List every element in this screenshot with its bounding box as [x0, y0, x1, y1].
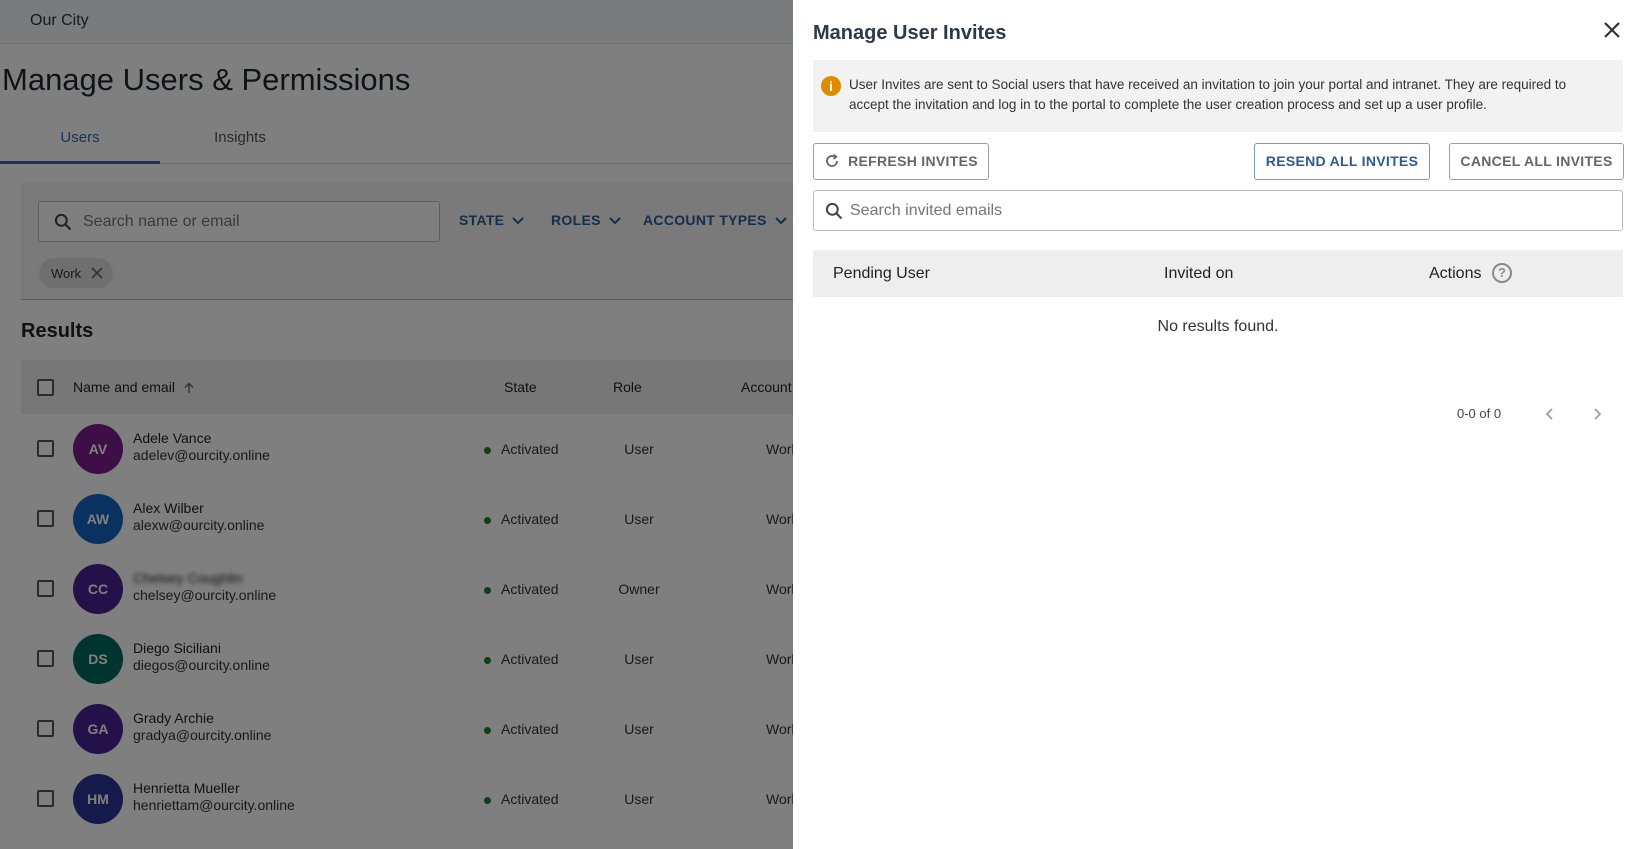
column-actions: Actions	[1429, 265, 1482, 282]
drawer-title: Manage User Invites	[813, 22, 1007, 44]
chevron-left-icon[interactable]	[1540, 404, 1560, 424]
column-invited-on: Invited on	[1164, 265, 1234, 282]
empty-state-message: No results found.	[1157, 318, 1279, 335]
info-text: User Invites are sent to Social users th…	[849, 77, 1567, 112]
refresh-icon	[826, 153, 839, 167]
refresh-invites-button[interactable]: REFRESH INVITES	[813, 143, 989, 180]
manage-invites-drawer: Manage User Invites i User Invites are s…	[793, 0, 1634, 849]
cancel-all-invites-button[interactable]: CANCEL ALL INVITES	[1449, 143, 1624, 180]
column-pending-user: Pending User	[833, 265, 930, 282]
invite-search-input[interactable]	[850, 191, 1610, 230]
help-icon[interactable]: ?	[1492, 263, 1512, 283]
info-banner: i User Invites are sent to Social users …	[813, 60, 1623, 132]
resend-all-invites-button[interactable]: RESEND ALL INVITES	[1254, 143, 1430, 180]
invite-search-field[interactable]	[813, 190, 1623, 231]
search-icon	[825, 202, 843, 220]
info-icon: i	[821, 76, 841, 96]
chevron-right-icon[interactable]	[1587, 404, 1607, 424]
close-icon[interactable]	[1600, 18, 1624, 42]
pagination-label: 0-0 of 0	[1457, 406, 1502, 421]
invites-table-header: Pending User Invited on Actions ?	[813, 250, 1623, 297]
refresh-invites-label: REFRESH INVITES	[848, 153, 978, 169]
